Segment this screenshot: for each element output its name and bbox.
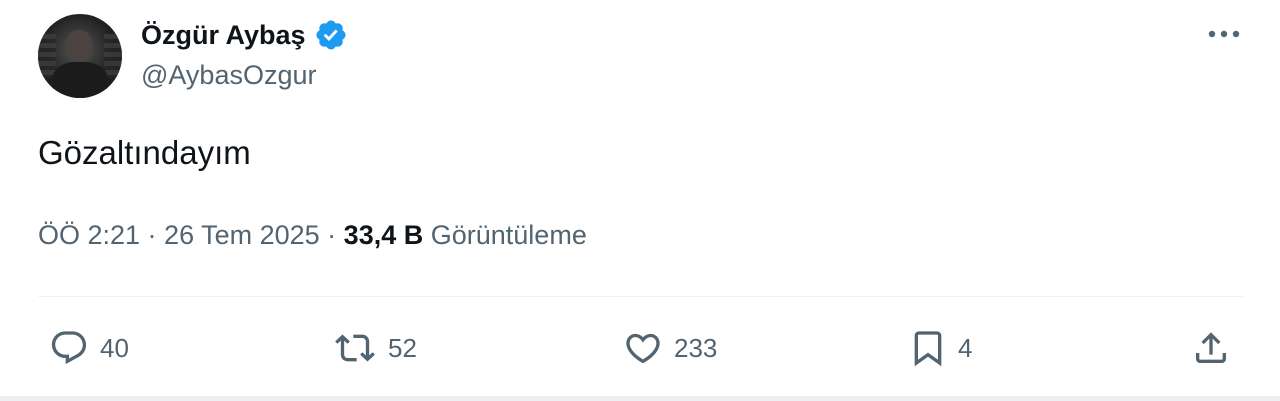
like-count: 233 — [674, 332, 718, 363]
avatar-head — [66, 30, 92, 60]
views-label: Görüntüleme — [430, 220, 587, 250]
avatar-body — [52, 62, 108, 98]
retweet-icon — [335, 334, 375, 362]
tweet-meta: ÖÖ 2:21 · 26 Tem 2025 · 33,4 B Görüntüle… — [38, 220, 587, 251]
bookmark-count: 4 — [958, 332, 973, 363]
more-options-icon — [1208, 30, 1240, 38]
bottom-edge — [0, 396, 1280, 401]
retweet-count: 52 — [388, 332, 417, 363]
tweet-card: Özgür Aybaş @AybasOzgur Gözaltındayım ÖÖ… — [0, 0, 1280, 396]
bookmark-icon — [914, 331, 942, 367]
author-handle[interactable]: @AybasOzgur — [141, 60, 317, 91]
tweet-timestamp[interactable]: ÖÖ 2:21 · 26 Tem 2025 · — [38, 220, 344, 250]
reply-count: 40 — [100, 332, 129, 363]
share-button[interactable] — [1190, 328, 1232, 368]
reply-button[interactable]: 40 — [46, 328, 129, 368]
tweet-text: Gözaltındayım — [38, 134, 251, 171]
author-name-row: Özgür Aybaş — [141, 16, 348, 54]
views-count: 33,4 B — [343, 220, 424, 250]
reply-icon — [51, 331, 87, 365]
verified-badge-icon[interactable] — [314, 18, 348, 52]
avatar[interactable] — [38, 14, 122, 98]
like-button[interactable]: 233 — [620, 328, 717, 368]
heart-icon — [626, 333, 660, 364]
author-display-name[interactable]: Özgür Aybaş — [141, 20, 306, 51]
more-options-button[interactable] — [1204, 22, 1244, 46]
avatar-background-shelf — [104, 34, 122, 78]
bookmark-button[interactable]: 4 — [906, 328, 972, 368]
retweet-button[interactable]: 52 — [330, 328, 417, 368]
share-icon — [1196, 332, 1226, 363]
divider — [38, 296, 1244, 297]
